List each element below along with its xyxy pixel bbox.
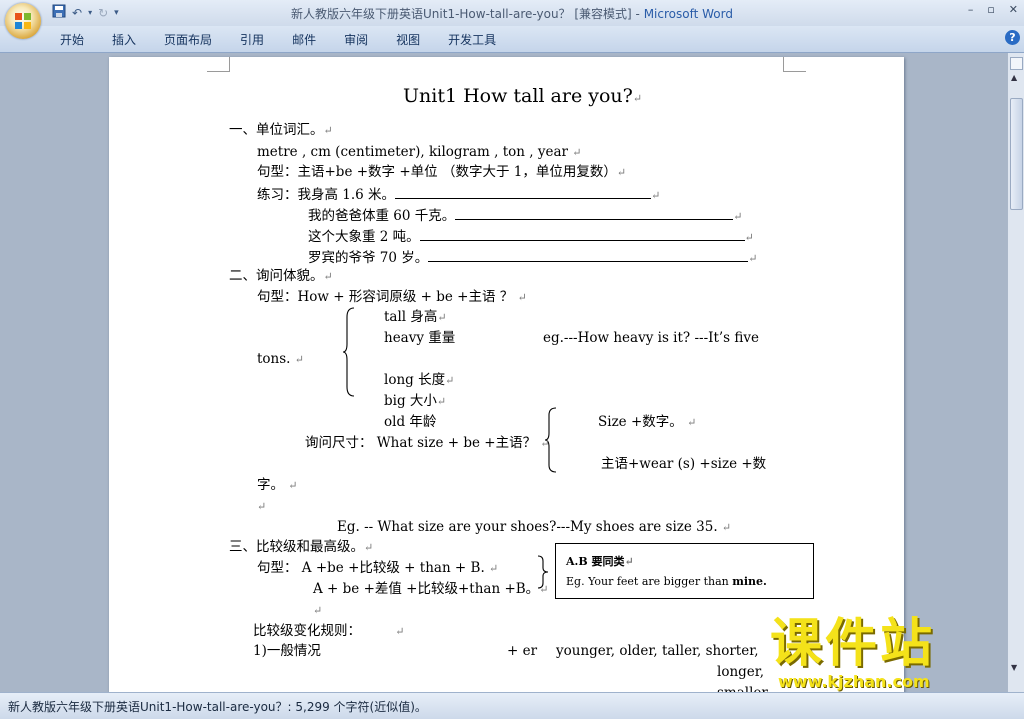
- rule-1-words: younger, older, taller, shorter,: [556, 643, 759, 659]
- tab-home[interactable]: 开始: [60, 31, 84, 48]
- vertical-scrollbar[interactable]: ▲ ▼: [1007, 53, 1024, 692]
- scroll-down-icon[interactable]: ▼: [1011, 663, 1017, 672]
- document-title: 新人教版六年级下册英语Unit1-How-tall-are-you？ [兼容模式…: [291, 7, 644, 21]
- left-brace-1: [342, 307, 355, 397]
- rule-1-words-2: longer,: [717, 664, 765, 680]
- section1-heading: 一、单位词汇。↵: [229, 122, 333, 138]
- tab-mailings[interactable]: 邮件: [292, 31, 316, 48]
- empty-paragraph-2: ↵: [313, 604, 323, 617]
- section2-pattern: 句型：How + 形容词原级 + be +主语 ？ ↵: [257, 289, 527, 305]
- rule-1-words-3: smaller: [717, 684, 768, 692]
- document-page[interactable]: Unit1 How tall are you?↵ 一、单位词汇。↵ metre …: [109, 57, 904, 692]
- scroll-up-icon[interactable]: ▲: [1011, 73, 1017, 82]
- doc-title: Unit1 How tall are you?↵: [403, 85, 643, 107]
- crop-mark-left: [207, 57, 230, 72]
- tab-page-layout[interactable]: 页面布局: [164, 31, 212, 48]
- word-big: big 大小↵: [384, 393, 447, 409]
- tab-developer[interactable]: 开发工具: [448, 31, 496, 48]
- note-title: A.B 要同类↵: [566, 555, 634, 568]
- restore-button[interactable]: ▫: [987, 3, 994, 16]
- pattern-line: 句型：主语+be +数字 +单位 （数字大于 1，单位用复数）↵: [257, 164, 627, 180]
- status-bar: 新人教版六年级下册英语Unit1-How-tall-are-you？: 5,29…: [0, 692, 1024, 719]
- title-bar: ↶ ▾ ↻ ▾ 新人教版六年级下册英语Unit1-How-tall-are-yo…: [0, 0, 1024, 26]
- size-number: Size +数字。 ↵: [598, 414, 697, 430]
- word-tall: tall 身高↵: [384, 309, 447, 325]
- exercise-2: 我的爸爸体重 60 千克。 ↵: [308, 205, 742, 226]
- window-title: 新人教版六年级下册英语Unit1-How-tall-are-you？ [兼容模式…: [0, 5, 1024, 22]
- crop-mark-right: [783, 57, 806, 72]
- office-logo-icon: [15, 13, 31, 29]
- word-heavy: heavy 重量: [384, 330, 456, 346]
- compare-pattern-2: A + be +差值 +比较级+than +B。↵: [313, 581, 549, 597]
- ribbon: 开始 插入 页面布局 引用 邮件 审阅 视图 开发工具 ?: [0, 26, 1024, 53]
- word-old: old 年龄: [384, 414, 437, 430]
- exercise-3: 这个大象重 2 吨。 ↵: [308, 226, 754, 247]
- watermark-text: 课件站: [770, 614, 936, 674]
- practice-line: 练习：我身高 1.6 米。 ↵: [257, 184, 660, 205]
- rules-heading: 比较级变化规则： ↵: [253, 623, 405, 639]
- tab-review[interactable]: 审阅: [344, 31, 368, 48]
- close-button[interactable]: ✕: [1009, 3, 1018, 16]
- zi-line: 字。 ↵: [257, 477, 298, 493]
- view-ruler-icon[interactable]: [1010, 57, 1023, 70]
- tab-references[interactable]: 引用: [240, 31, 264, 48]
- watermark-url: www.kjzhan.com: [778, 672, 930, 691]
- note-textbox[interactable]: A.B 要同类↵ Eg. Your feet are bigger than m…: [555, 543, 814, 599]
- ask-size-line: 询问尺寸： What size + be +主语？ ↵: [305, 435, 550, 451]
- app-name: Microsoft Word: [643, 7, 733, 21]
- note-example: Eg. Your feet are bigger than mine.: [566, 575, 767, 588]
- ribbon-tabs: 开始 插入 页面布局 引用 邮件 审阅 视图 开发工具: [60, 31, 524, 48]
- exercise-4: 罗宾的爷爷 70 岁。 ↵: [308, 247, 757, 268]
- status-text: 新人教版六年级下册英语Unit1-How-tall-are-you？: 5,29…: [8, 700, 427, 714]
- tab-view[interactable]: 视图: [396, 31, 420, 48]
- wear-size-line: 主语+wear (s) +size +数: [601, 456, 767, 472]
- word-long: long 长度↵: [384, 372, 455, 388]
- minimize-button[interactable]: –: [968, 3, 974, 16]
- tons-line: tons. ↵: [257, 351, 304, 367]
- section3-heading: 三、比较级和最高级。↵: [229, 539, 374, 555]
- rule-1-suffix: + er: [507, 643, 538, 659]
- compare-pattern-1: 句型： A +be +比较级 + than + B. ↵: [257, 560, 499, 576]
- example-heavy: eg.---How heavy is it? ---It’s five: [543, 330, 760, 346]
- scroll-thumb[interactable]: [1010, 98, 1023, 210]
- document-workspace: Unit1 How tall are you?↵ 一、单位词汇。↵ metre …: [0, 53, 1008, 692]
- units-line: metre , cm (centimeter), kilogram , ton …: [257, 144, 582, 160]
- watermark-logo: 课件站 www.kjzhan.com: [770, 614, 1010, 694]
- office-button[interactable]: [5, 3, 41, 39]
- empty-paragraph: ↵: [257, 500, 267, 513]
- tab-insert[interactable]: 插入: [112, 31, 136, 48]
- size-example: Eg. -- What size are your shoes?---My sh…: [337, 519, 732, 535]
- window-controls: – ▫ ✕: [968, 3, 1018, 16]
- rule-1: 1)一般情况: [253, 643, 321, 659]
- section2-heading: 二、询问体貌。↵: [229, 268, 333, 284]
- help-icon[interactable]: ?: [1005, 30, 1020, 45]
